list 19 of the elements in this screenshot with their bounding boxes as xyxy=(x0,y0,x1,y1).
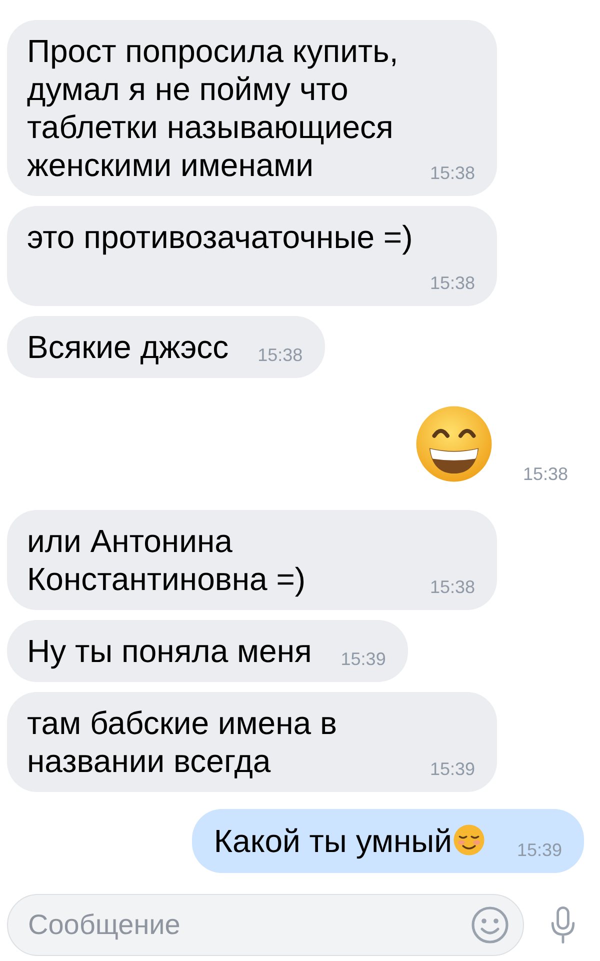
message-time: 15:38 xyxy=(430,162,475,184)
microphone-icon[interactable] xyxy=(550,905,576,945)
message-text: Какой ты умный xyxy=(214,823,452,859)
smiley-icon[interactable] xyxy=(470,905,510,945)
message-input[interactable]: Сообщение xyxy=(7,894,524,956)
message-time: 15:38 xyxy=(430,272,475,294)
message-time: 15:38 xyxy=(430,576,475,598)
message-text: это противозачаточные =) xyxy=(27,219,413,255)
message-time: 15:39 xyxy=(430,758,475,780)
message-text: Всякие джэсс xyxy=(27,329,229,365)
message-text: Прост попросила купить, думал я не пойму что таблетки называющиеся женскими именами xyxy=(27,33,398,183)
message-time: 15:39 xyxy=(340,648,386,670)
message-time: 15:38 xyxy=(522,463,568,485)
message-time: 15:39 xyxy=(516,839,562,861)
smiling-face-icon xyxy=(452,823,486,857)
message-text: там бабские имена в названии всегда xyxy=(27,705,337,779)
message-text: Ну ты поняла меня xyxy=(27,633,312,669)
message-text: или Антонина Константиновна =) xyxy=(27,523,306,597)
message-time: 15:38 xyxy=(258,344,303,366)
